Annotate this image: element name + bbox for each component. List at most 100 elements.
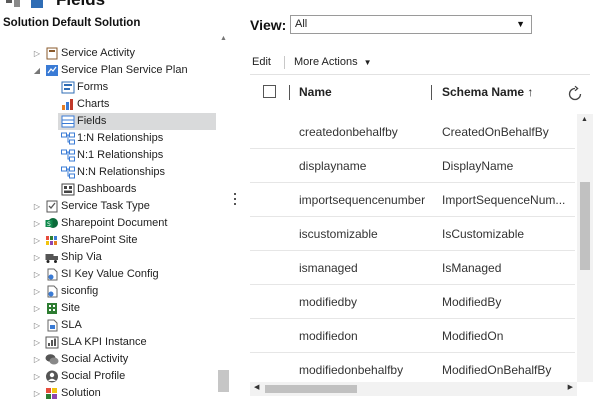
tree-item[interactable]: ▷ S Sharepoint Document [0, 215, 216, 232]
expand-arrow-icon[interactable]: ▷ [32, 249, 42, 266]
tree-item[interactable]: Dashboards [0, 181, 216, 198]
scroll-up-icon[interactable]: ▲ [581, 116, 588, 123]
solution-explorer-window: Fields Solution Default Solution ▷ Servic… [0, 0, 600, 400]
tree-item[interactable]: ▷ Service Task Type [0, 198, 216, 215]
edit-button[interactable]: Edit [252, 51, 271, 73]
tree-item[interactable]: ▷ Solution [0, 385, 216, 400]
solution-tree-pane: Fields Solution Default Solution ▷ Servic… [0, 0, 232, 400]
table-row[interactable]: createdonbehalfby CreatedOnBehalfBy [250, 115, 575, 149]
tree-item[interactable]: ▷ Social Profile [0, 368, 216, 385]
tree-item-label: N:N Relationships [77, 166, 166, 178]
column-divider [431, 85, 432, 100]
tree-scrollbar[interactable]: ▲ [216, 35, 232, 400]
tree-item[interactable]: ◢ Service Plan Service Plan [0, 62, 216, 79]
select-all-checkbox[interactable] [263, 85, 276, 98]
schema-name-cell: IsManaged [442, 261, 502, 275]
tree-item[interactable]: ▷ Social Activity [0, 351, 216, 368]
table-row[interactable]: modifiedon ModifiedOn [250, 319, 575, 353]
tree-item-label: Social Activity [61, 353, 129, 365]
scroll-left-icon[interactable]: ◀ [254, 383, 259, 391]
tree-item[interactable]: ▷ Ship Via [0, 249, 216, 266]
truck-icon [45, 251, 59, 264]
more-actions-label: More Actions [294, 56, 358, 68]
grid-vertical-scrollbar[interactable]: ▲ [577, 114, 593, 382]
tree-item-label: Service Activity [61, 47, 135, 59]
table-row[interactable]: iscustomizable IsCustomizable [250, 217, 575, 251]
grid-horizontal-scrollbar[interactable]: ◀ ▶ [250, 382, 577, 396]
expand-arrow-icon[interactable]: ▷ [32, 45, 42, 62]
pane-splitter-handle[interactable] [233, 193, 237, 211]
tree-item[interactable]: ▷ Site [0, 300, 216, 317]
fields-grid: createdonbehalfby CreatedOnBehalfBy displa… [250, 114, 575, 382]
view-label: View: [250, 17, 287, 33]
table-row[interactable]: modifiedby ModifiedBy [250, 285, 575, 319]
tree-item[interactable]: ▷ SharePoint Site [0, 232, 216, 249]
tree-item[interactable]: ▷ SLA KPI Instance [0, 334, 216, 351]
expand-arrow-icon[interactable]: ▷ [32, 385, 42, 400]
field-name-cell: modifiedon [299, 329, 358, 343]
tree-item[interactable]: 1:N Relationships [0, 130, 216, 147]
fields-pane: View: All ▼ Edit More Actions ▼ Name Sche… [240, 0, 600, 400]
schema-name-cell: ModifiedOn [442, 329, 504, 343]
table-row[interactable]: modifiedonbehalfby ModifiedOnBehalfBy [250, 353, 575, 382]
scroll-right-icon[interactable]: ▶ [568, 383, 573, 391]
task-icon [45, 200, 59, 213]
table-row[interactable]: importsequencenumber ImportSequenceNum... [250, 183, 575, 217]
expand-arrow-icon[interactable]: ▷ [32, 368, 42, 385]
collapse-arrow-icon[interactable]: ◢ [32, 62, 42, 79]
table-row[interactable]: displayname DisplayName [250, 149, 575, 183]
expand-arrow-icon[interactable]: ▷ [32, 334, 42, 351]
expand-arrow-icon[interactable]: ▷ [32, 283, 42, 300]
view-selected-value: All [295, 18, 308, 30]
tree-item[interactable]: Forms [0, 79, 216, 96]
expand-arrow-icon[interactable]: ▷ [32, 300, 42, 317]
page-title: Fields [56, 0, 105, 9]
field-name-cell: ismanaged [299, 261, 358, 275]
schema-name-cell: ModifiedOnBehalfBy [442, 363, 552, 377]
field-name-cell: displayname [299, 159, 367, 173]
tree-item[interactable]: Charts [0, 96, 216, 113]
grid-hscroll-thumb[interactable] [265, 385, 357, 393]
tree-item-label: SI Key Value Config [61, 268, 159, 280]
more-actions-button[interactable]: More Actions ▼ [294, 51, 372, 74]
expand-arrow-icon[interactable]: ▷ [32, 198, 42, 215]
tree-item-label: SharePoint Site [61, 234, 138, 246]
tree-item[interactable]: ▷ SI Key Value Config [0, 266, 216, 283]
expand-arrow-icon[interactable]: ▷ [32, 351, 42, 368]
tree-scroll-thumb[interactable] [218, 370, 229, 392]
scroll-up-icon[interactable]: ▲ [220, 35, 227, 42]
charts-icon [61, 98, 75, 111]
tree-item[interactable]: ▷ siconfig [0, 283, 216, 300]
tree-item-label: 1:N Relationships [77, 132, 164, 144]
column-header-name[interactable]: Name [299, 85, 332, 100]
sharepoint-icon: S [45, 217, 59, 230]
expand-arrow-icon[interactable]: ▷ [32, 215, 42, 232]
tree-item-label: SLA [61, 319, 82, 331]
tree-item[interactable]: ▷ Service Activity [0, 45, 216, 62]
tree-item[interactable]: Fields [0, 113, 216, 130]
tree-item-label: SLA KPI Instance [61, 336, 147, 348]
expand-arrow-icon[interactable]: ▷ [32, 317, 42, 334]
expand-arrow-icon[interactable]: ▷ [32, 266, 42, 283]
tree-item[interactable]: N:1 Relationships [0, 147, 216, 164]
view-selector[interactable]: All ▼ [290, 15, 532, 34]
expand-arrow-icon[interactable]: ▷ [32, 232, 42, 249]
sla-icon [45, 319, 59, 332]
grid-vscroll-thumb[interactable] [580, 182, 590, 270]
svg-text:S: S [47, 221, 51, 228]
tree-item[interactable]: ▷ SLA [0, 317, 216, 334]
app-logo-icon [6, 0, 20, 7]
schema-name-cell: CreatedOnBehalfBy [442, 125, 549, 139]
column-header-schema-name[interactable]: Schema Name ↑ [442, 85, 533, 100]
puzzle-icon [45, 387, 59, 400]
table-row[interactable]: ismanaged IsManaged [250, 251, 575, 285]
chevron-down-icon: ▼ [363, 58, 372, 67]
toolbar-divider [284, 56, 285, 69]
tree-item-label: Fields [77, 115, 107, 127]
tree-item[interactable]: N:N Relationships [0, 164, 216, 181]
dropdown-caret-icon: ▼ [516, 19, 525, 29]
grid-header: Name Schema Name ↑ [250, 74, 590, 110]
tree-item-label: Sharepoint Document [61, 217, 168, 229]
field-name-cell: modifiedby [299, 295, 358, 309]
refresh-icon[interactable] [566, 85, 584, 103]
